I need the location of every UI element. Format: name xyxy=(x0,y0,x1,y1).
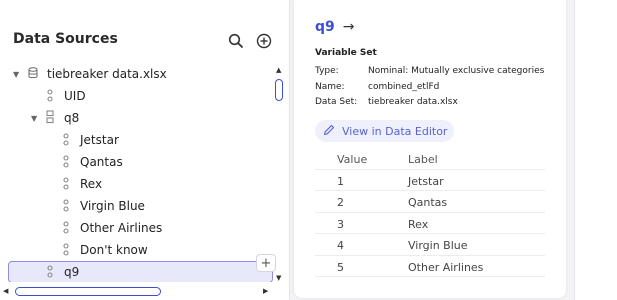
variable-icon xyxy=(45,265,55,279)
value-label-table: Value Label 1 Jetstar 2 Qantas 3 Rex 4 V… xyxy=(315,148,545,277)
tree-item-label: Other Airlines xyxy=(80,221,163,235)
variable-name[interactable]: q9 xyxy=(315,19,335,35)
variable-icon xyxy=(61,199,71,213)
tree-item-jetstar[interactable]: Jetstar xyxy=(0,129,274,151)
pencil-icon xyxy=(323,124,335,139)
tree-item-label: Don't know xyxy=(80,243,148,257)
scroll-left-arrow-icon[interactable]: ◀ xyxy=(3,287,8,295)
cell-value: 3 xyxy=(337,217,344,231)
tree-item-label: Jetstar xyxy=(80,133,119,147)
tree-item-label: Virgin Blue xyxy=(80,199,145,213)
tree-item-q9[interactable]: q9 xyxy=(8,261,273,282)
cell-label: Virgin Blue xyxy=(408,239,468,252)
name-label: Name: xyxy=(315,82,345,92)
table-row: 4 Virgin Blue xyxy=(315,234,545,256)
data-sources-title: Data Sources xyxy=(13,31,118,47)
tree-item-label: Rex xyxy=(80,177,103,191)
tree-item-file[interactable]: ▼ tiebreaker data.xlsx xyxy=(0,63,274,85)
data-tree: ▼ tiebreaker data.xlsx UID ▼ q8 Jetstar xyxy=(0,62,274,282)
table-row: 5 Other Airlines xyxy=(315,256,545,277)
variable-details-panel: q9 → Variable Set Type: Nominal: Mutually… xyxy=(294,0,566,298)
scroll-up-arrow-icon[interactable]: ▲ xyxy=(276,66,281,74)
dataset-row: Data Set: tiebreaker data.xlsx xyxy=(315,97,458,107)
variable-icon xyxy=(61,177,71,191)
variable-title[interactable]: q9 → xyxy=(315,19,355,35)
scroll-right-arrow-icon[interactable]: ▶ xyxy=(263,287,268,295)
dataset-label: Data Set: xyxy=(315,97,358,107)
arrow-right-icon[interactable]: → xyxy=(343,19,355,35)
table-row: 1 Jetstar xyxy=(315,170,545,191)
vertical-scroll-thumb[interactable] xyxy=(275,79,283,101)
column-header-label: Label xyxy=(408,153,438,166)
tree-item-label: q8 xyxy=(64,111,80,125)
variable-icon xyxy=(61,221,71,235)
variable-icon xyxy=(45,89,55,103)
dataset-value: tiebreaker data.xlsx xyxy=(368,97,458,107)
vertical-scrollbar[interactable]: ▲ ▼ xyxy=(274,66,284,282)
add-button[interactable]: + xyxy=(256,254,276,272)
variable-icon xyxy=(61,133,71,147)
add-data-source-icon[interactable] xyxy=(255,32,273,50)
horizontal-scroll-thumb[interactable] xyxy=(15,287,161,296)
type-row: Type: Nominal: Mutually exclusive categor… xyxy=(315,66,544,76)
horizontal-scrollbar[interactable]: ◀ ▶ xyxy=(0,284,274,298)
cell-value: 1 xyxy=(337,174,344,188)
scroll-down-arrow-icon[interactable]: ▼ xyxy=(276,274,281,282)
variable-set-icon xyxy=(45,110,55,124)
side-panel xyxy=(574,0,617,300)
table-row: 3 Rex xyxy=(315,213,545,234)
database-icon xyxy=(28,67,38,81)
cell-label: Other Airlines xyxy=(408,260,484,274)
name-value: combined_etlFd xyxy=(368,82,440,92)
name-row: Name: combined_etlFd xyxy=(315,82,439,92)
cell-value: 5 xyxy=(337,260,344,274)
chevron-down-icon[interactable]: ▼ xyxy=(31,114,37,123)
tree-item-dont-know[interactable]: Don't know xyxy=(0,239,274,261)
cell-label: Rex xyxy=(408,217,429,231)
view-in-data-editor-label: View in Data Editor xyxy=(342,124,448,138)
tree-item-rex[interactable]: Rex xyxy=(0,173,274,195)
variable-set-heading: Variable Set xyxy=(315,48,377,58)
view-in-data-editor-button[interactable]: View in Data Editor xyxy=(315,120,454,142)
cell-value: 2 xyxy=(337,196,344,209)
tree-item-label: UID xyxy=(64,89,86,103)
variable-icon xyxy=(61,155,71,169)
tree-item-label: q9 xyxy=(64,265,80,279)
search-icon[interactable] xyxy=(227,32,245,50)
table-row: 2 Qantas xyxy=(315,191,545,213)
data-sources-panel: Data Sources ▼ tiebreaker data.xlsx UID … xyxy=(0,0,290,300)
tree-item-qantas[interactable]: Qantas xyxy=(0,151,274,173)
type-label: Type: xyxy=(315,66,339,76)
tree-item-uid[interactable]: UID xyxy=(0,85,274,107)
tree-item-q8[interactable]: ▼ q8 xyxy=(0,107,274,129)
tree-item-label: tiebreaker data.xlsx xyxy=(47,67,167,81)
tree-item-virgin-blue[interactable]: Virgin Blue xyxy=(0,195,274,217)
column-header-value: Value xyxy=(337,153,368,166)
tree-item-other-airlines[interactable]: Other Airlines xyxy=(0,217,274,239)
variable-icon xyxy=(61,243,71,257)
tree-item-label: Qantas xyxy=(80,155,123,169)
cell-label: Jetstar xyxy=(408,174,444,188)
type-value: Nominal: Mutually exclusive categories xyxy=(368,66,545,76)
cell-label: Qantas xyxy=(408,196,448,209)
cell-value: 4 xyxy=(337,239,344,252)
chevron-down-icon[interactable]: ▼ xyxy=(13,70,19,79)
table-header: Value Label xyxy=(315,148,545,170)
